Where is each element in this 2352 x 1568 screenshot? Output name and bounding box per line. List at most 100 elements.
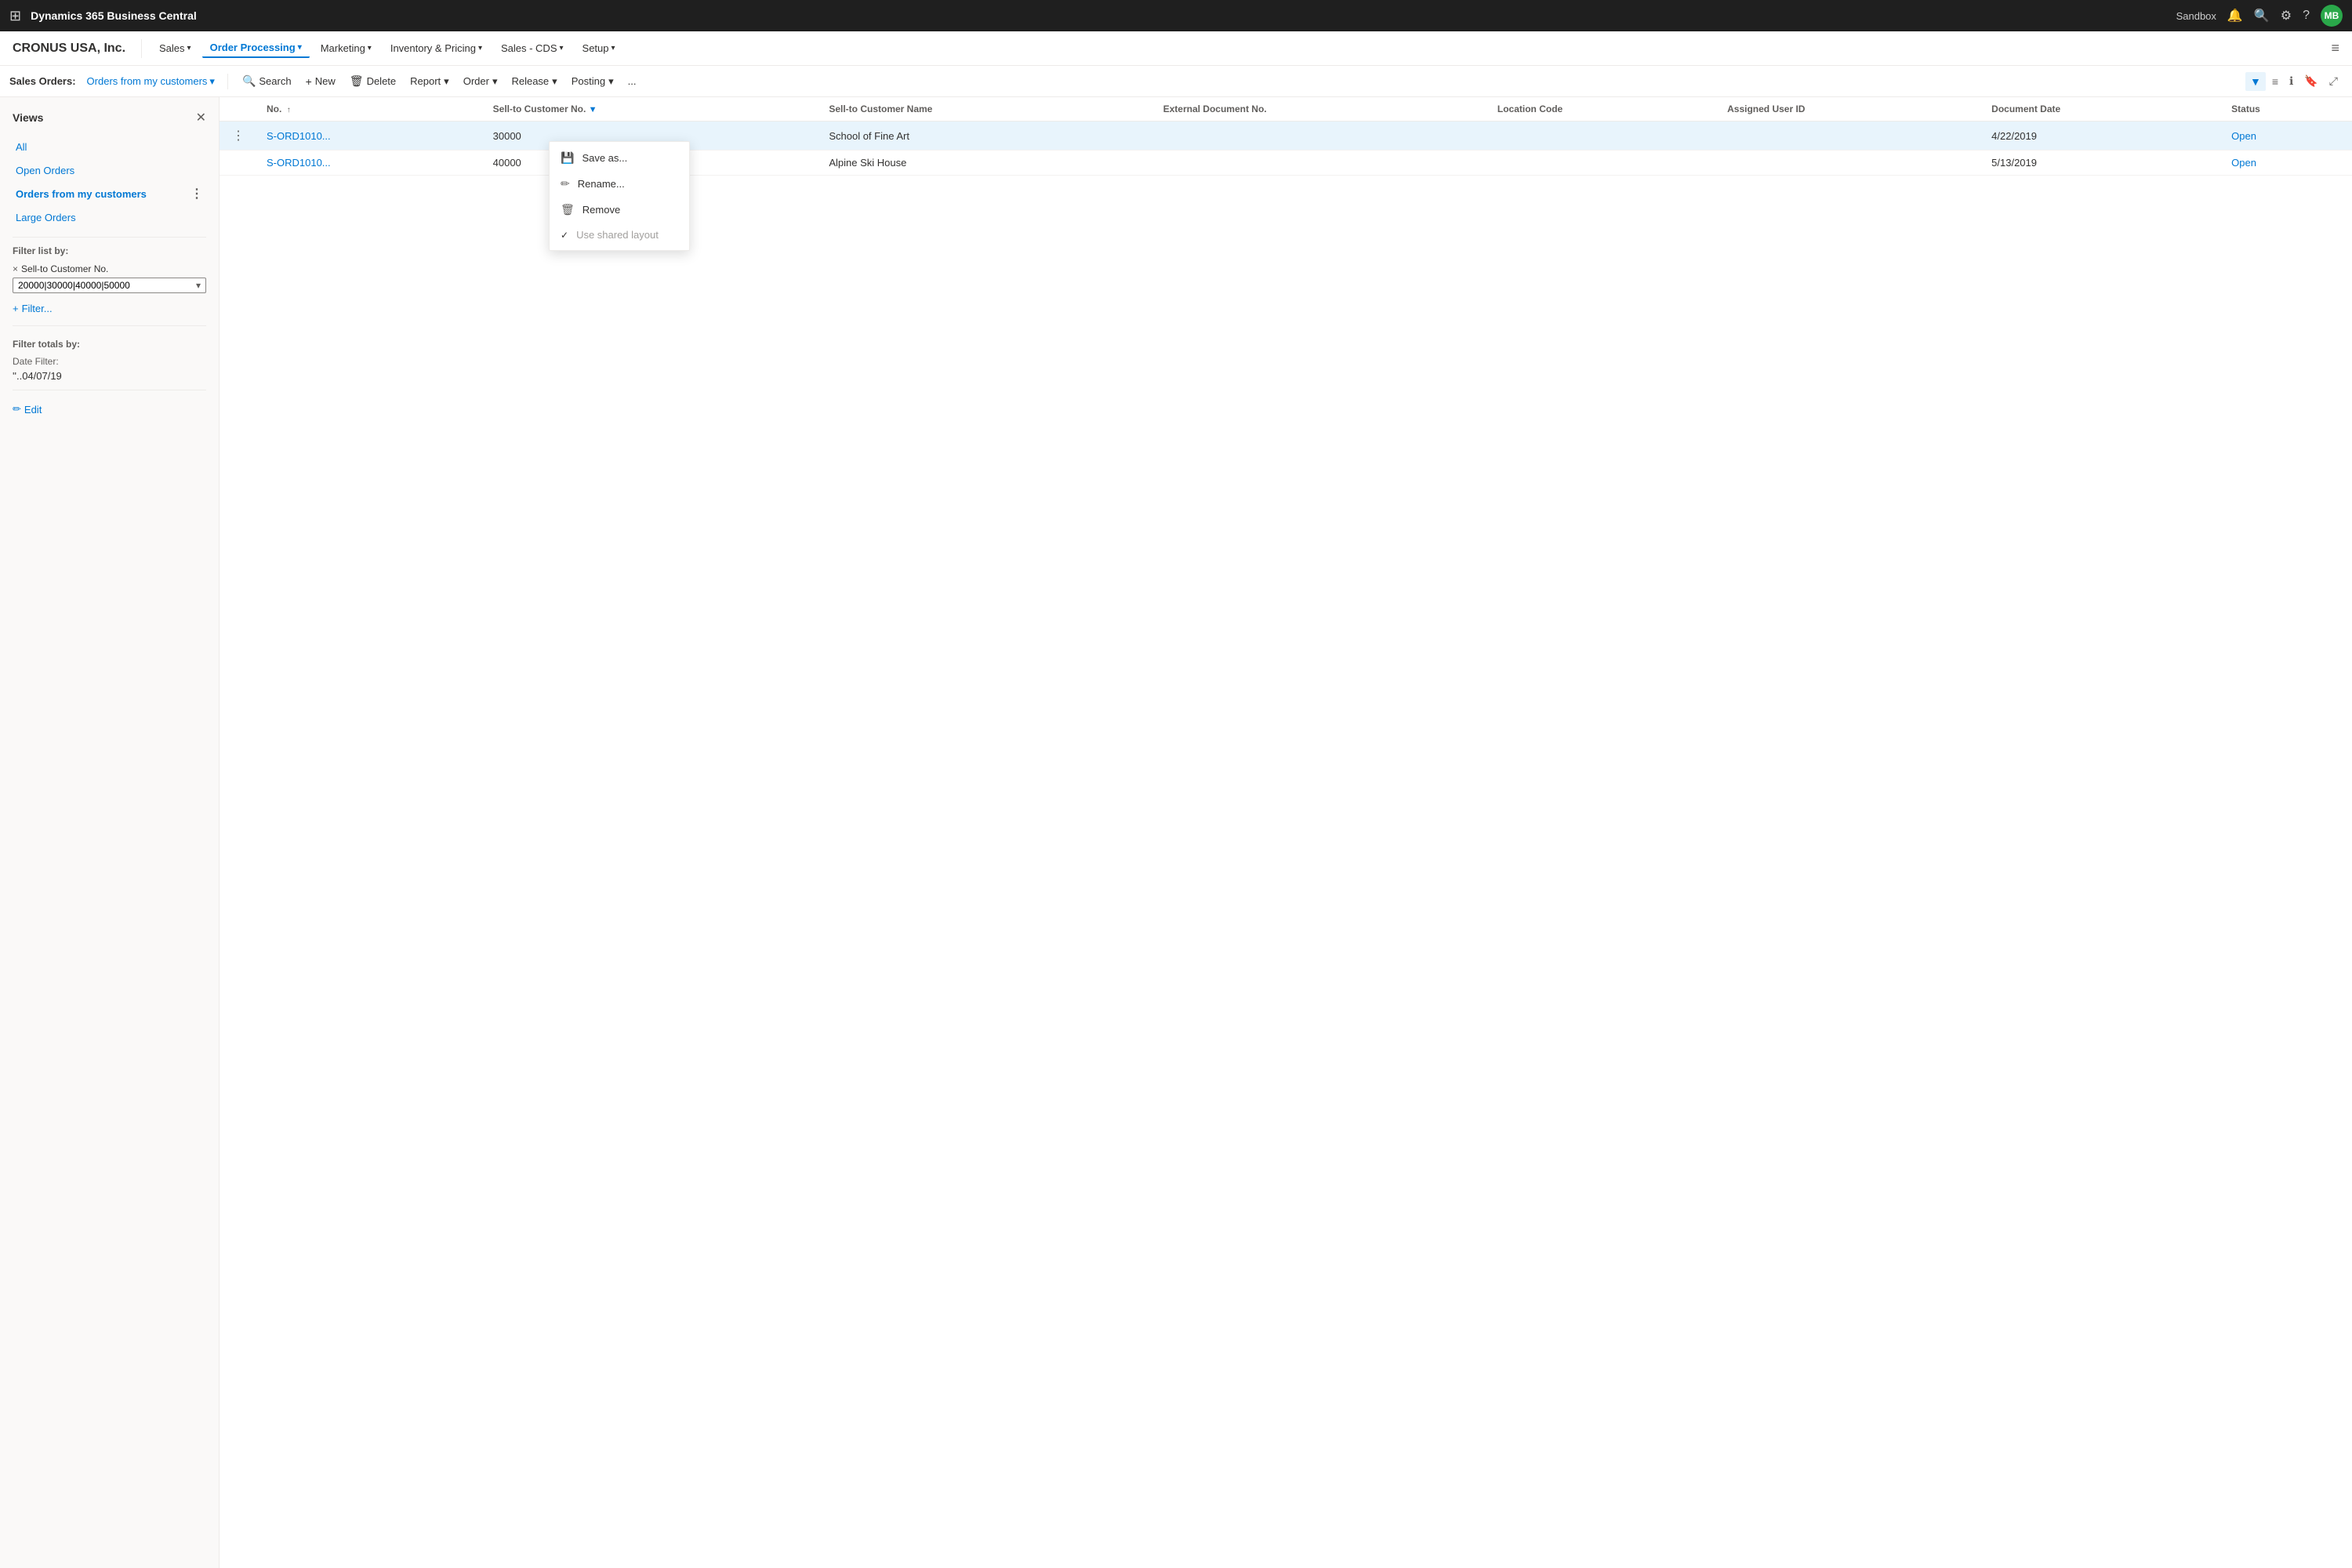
th-external-doc-no[interactable]: External Document No.: [1154, 97, 1488, 122]
th-location-code[interactable]: Location Code: [1488, 97, 1718, 122]
table-header-row: No. ↑ Sell-to Customer No. ▼ Sell-to Cus…: [220, 97, 2352, 122]
add-filter-button[interactable]: + Filter...: [13, 299, 53, 318]
row-no-link[interactable]: S-ORD1010...: [267, 157, 331, 169]
posting-chevron-icon: ▾: [608, 75, 614, 88]
filter-icon-button[interactable]: ▼: [2245, 72, 2266, 91]
delete-button[interactable]: 🗑 Delete: [343, 71, 402, 91]
data-table: No. ↑ Sell-to Customer No. ▼ Sell-to Cus…: [220, 97, 2352, 176]
new-btn-label: New: [315, 75, 336, 87]
search-icon[interactable]: 🔍: [2254, 8, 2270, 24]
company-name: CRONUS USA, Inc.: [13, 42, 125, 56]
search-button[interactable]: 🔍 Search: [236, 71, 298, 91]
release-btn-label: Release: [511, 75, 549, 87]
waffle-icon[interactable]: ⊞: [9, 8, 21, 24]
view-item-my-customers-ellipsis[interactable]: ⋮: [191, 186, 203, 201]
nav-item-order-processing[interactable]: Order Processing ▾: [202, 38, 310, 58]
th-sell-to-customer-name[interactable]: Sell-to Customer Name: [819, 97, 1153, 122]
row-doc-date-cell: 4/22/2019: [1982, 122, 2222, 151]
save-as-icon: 💾: [561, 151, 574, 165]
view-selector-button[interactable]: Orders from my customers ▾: [82, 72, 220, 91]
edit-label: Edit: [24, 404, 42, 416]
notification-icon[interactable]: 🔔: [2227, 8, 2243, 24]
search-btn-label: Search: [259, 75, 291, 87]
totals-divider: [13, 325, 206, 326]
row-no-cell: S-ORD1010...: [257, 151, 484, 176]
info-icon-button[interactable]: ℹ: [2285, 71, 2298, 91]
th-assigned-user-id[interactable]: Assigned User ID: [1718, 97, 1982, 122]
nav-hamburger-icon[interactable]: ≡: [2331, 40, 2339, 56]
context-menu: 💾 Save as... ✏ Rename... 🗑 Remove ✓ Use …: [549, 141, 690, 251]
th-status[interactable]: Status: [2222, 97, 2352, 122]
top-bar-right: Sandbox 🔔 🔍 ⚙ ? MB: [2176, 5, 2343, 27]
check-icon: ✓: [561, 230, 568, 241]
filter-list-label: Filter list by:: [13, 245, 206, 256]
filter-section: Filter list by: × Sell-to Customer No. ▾…: [13, 245, 206, 318]
view-item-my-customers[interactable]: Orders from my customers ⋮: [13, 182, 206, 205]
close-views-button[interactable]: ✕: [196, 110, 206, 125]
row-no-cell: S-ORD1010...: [257, 122, 484, 151]
row-customer-name-cell: School of Fine Art: [819, 122, 1153, 151]
th-no[interactable]: No. ↑: [257, 97, 484, 122]
context-menu-remove[interactable]: 🗑 Remove: [550, 197, 689, 223]
th-document-date[interactable]: Document Date: [1982, 97, 2222, 122]
nav-item-marketing[interactable]: Marketing ▾: [313, 39, 379, 57]
release-button[interactable]: Release ▾: [505, 72, 563, 91]
top-bar: ⊞ Dynamics 365 Business Central Sandbox …: [0, 0, 2352, 31]
chevron-icon: ▾: [560, 44, 564, 53]
chevron-icon: ▾: [368, 44, 372, 53]
table-row: ⋮ S-ORD1010... 30000 School of Fine Art …: [220, 122, 2352, 151]
row-customer-name-cell: Alpine Ski House: [819, 151, 1153, 176]
nav-item-sales[interactable]: Sales ▾: [151, 39, 199, 57]
nav-item-inventory-pricing[interactable]: Inventory & Pricing ▾: [383, 39, 490, 57]
new-button[interactable]: + New: [299, 72, 342, 91]
list-view-icon-button[interactable]: ≡: [2267, 72, 2283, 91]
view-item-open-orders-label: Open Orders: [16, 165, 74, 176]
posting-button[interactable]: Posting ▾: [565, 72, 620, 91]
edit-button[interactable]: ✏ Edit: [13, 400, 42, 419]
more-button[interactable]: ...: [622, 72, 643, 90]
search-btn-icon: 🔍: [242, 74, 256, 88]
row-doc-date-cell: 5/13/2019: [1982, 151, 2222, 176]
row-status-cell: Open: [2222, 122, 2352, 151]
row-no-link[interactable]: S-ORD1010...: [267, 130, 331, 142]
shared-layout-label: Use shared layout: [576, 229, 659, 241]
filter-totals-label: Filter totals by:: [13, 339, 206, 350]
view-item-all[interactable]: All ⋯: [13, 135, 206, 158]
filter-input[interactable]: [18, 280, 196, 291]
row-ellipsis-button[interactable]: ⋮: [229, 128, 248, 144]
chevron-icon: ▾: [187, 44, 191, 53]
settings-icon[interactable]: ⚙: [2281, 8, 2292, 24]
report-chevron-icon: ▾: [444, 75, 449, 88]
th-sell-to-customer-no[interactable]: Sell-to Customer No. ▼: [484, 97, 820, 122]
date-filter-label: Date Filter:: [13, 356, 206, 367]
help-icon[interactable]: ?: [2303, 9, 2310, 23]
order-button[interactable]: Order ▾: [457, 72, 504, 91]
user-avatar[interactable]: MB: [2321, 5, 2343, 27]
delete-btn-icon: 🗑: [350, 74, 364, 88]
th-ext-doc-label: External Document No.: [1163, 103, 1267, 114]
report-button[interactable]: Report ▾: [404, 72, 456, 91]
nav-item-sales-cds[interactable]: Sales - CDS ▾: [493, 39, 572, 57]
view-item-large-orders[interactable]: Large Orders ⋯: [13, 205, 206, 229]
remove-icon: 🗑: [561, 203, 575, 216]
filter-totals-section: Filter totals by: Date Filter: ''..04/07…: [13, 339, 206, 382]
delete-btn-label: Delete: [367, 75, 397, 87]
context-menu-rename[interactable]: ✏ Rename...: [550, 171, 689, 197]
nav-divider: [141, 39, 142, 58]
context-menu-save-as[interactable]: 💾 Save as...: [550, 145, 689, 171]
environment-label: Sandbox: [2176, 10, 2216, 22]
posting-btn-label: Posting: [572, 75, 605, 87]
view-item-open-orders[interactable]: Open Orders ⋯: [13, 158, 206, 182]
sort-asc-icon: ↑: [287, 106, 291, 114]
expand-icon-button[interactable]: ⤢: [2325, 71, 2343, 91]
view-item-all-label: All: [16, 141, 27, 153]
add-filter-icon: +: [13, 303, 19, 314]
chevron-down-icon: ▾: [209, 75, 215, 88]
nav-item-setup[interactable]: Setup ▾: [575, 39, 623, 57]
remove-filter-chip[interactable]: ×: [13, 263, 18, 274]
filter-chip-field: Sell-to Customer No.: [21, 263, 108, 274]
toolbar-right: ▼ ≡ ℹ 🔖 ⤢: [2245, 71, 2343, 91]
row-status-cell: Open: [2222, 151, 2352, 176]
bookmark-icon-button[interactable]: 🔖: [2299, 71, 2322, 91]
rename-icon: ✏: [561, 177, 570, 191]
